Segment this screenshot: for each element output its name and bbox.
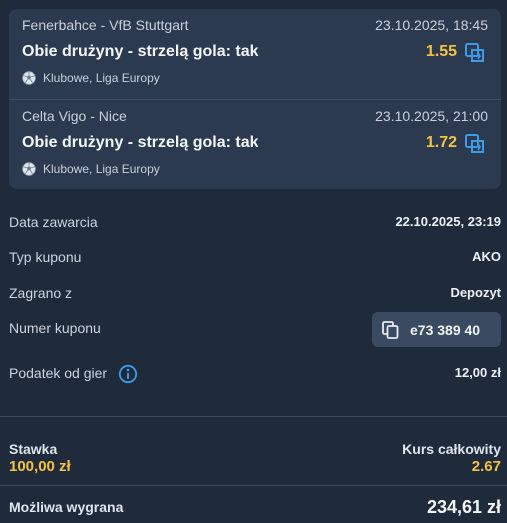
event-odds: 1.55 <box>425 43 457 60</box>
football-icon <box>22 162 36 176</box>
football-icon <box>22 71 36 85</box>
coupon-label: Numer kuponu <box>9 320 101 336</box>
stake-label: Stawka <box>9 441 58 457</box>
event-league: Klubowe, Liga Europy <box>43 71 160 85</box>
divider <box>0 416 507 417</box>
event-league-row: Klubowe, Liga Europy <box>22 71 160 85</box>
played-value: Depozyt <box>450 285 501 300</box>
event-selection: Obie drużyny - strzelą gola: tak <box>22 134 259 151</box>
type-label: Typ kuponu <box>9 249 82 265</box>
event-item[interactable]: Celta Vigo - Nice 23.10.2025, 21:00 Obie… <box>9 99 501 189</box>
event-datetime: 23.10.2025, 21:00 <box>375 108 488 124</box>
events-card: Fenerbahce - VfB Stuttgart 23.10.2025, 1… <box>9 9 501 189</box>
copy-coupon-button[interactable]: e73 389 40 <box>372 312 501 347</box>
played-label: Zagrano z <box>9 285 73 301</box>
event-teams: Fenerbahce - VfB Stuttgart <box>22 17 189 33</box>
date-value: 22.10.2025, 23:19 <box>395 214 501 229</box>
event-odds: 1.72 <box>425 134 457 151</box>
possible-win-label: Możliwa wygrana <box>9 499 124 515</box>
date-label: Data zawarcia <box>9 214 98 230</box>
event-datetime: 23.10.2025, 18:45 <box>375 17 488 33</box>
total-odds-value: 2.67 <box>471 458 501 475</box>
odds-boost-icon[interactable] <box>464 42 486 64</box>
event-selection: Obie drużyny - strzelą gola: tak <box>22 43 259 60</box>
copy-icon <box>382 321 399 339</box>
odds-boost-icon[interactable] <box>464 133 486 155</box>
info-icon[interactable] <box>118 364 138 384</box>
tax-label: Podatek od gier <box>9 365 108 381</box>
coupon-number: e73 389 40 <box>410 322 481 338</box>
info-row-type: Typ kuponu AKO <box>9 246 501 270</box>
event-item[interactable]: Fenerbahce - VfB Stuttgart 23.10.2025, 1… <box>9 9 501 99</box>
type-value: AKO <box>472 249 501 264</box>
event-league-row: Klubowe, Liga Europy <box>22 162 160 176</box>
info-row-date: Data zawarcia 22.10.2025, 23:19 <box>9 211 501 235</box>
tax-value: 12,00 zł <box>454 365 501 380</box>
info-row-tax: Podatek od gier 12,00 zł <box>9 362 501 386</box>
possible-win-value: 234,61 zł <box>426 497 501 517</box>
info-row-played: Zagrano z Depozyt <box>9 282 501 306</box>
event-league: Klubowe, Liga Europy <box>43 162 160 176</box>
event-teams: Celta Vigo - Nice <box>22 108 127 124</box>
total-odds-label: Kurs całkowity <box>402 441 501 457</box>
divider <box>0 485 507 486</box>
stake-value: 100,00 zł <box>9 458 71 475</box>
